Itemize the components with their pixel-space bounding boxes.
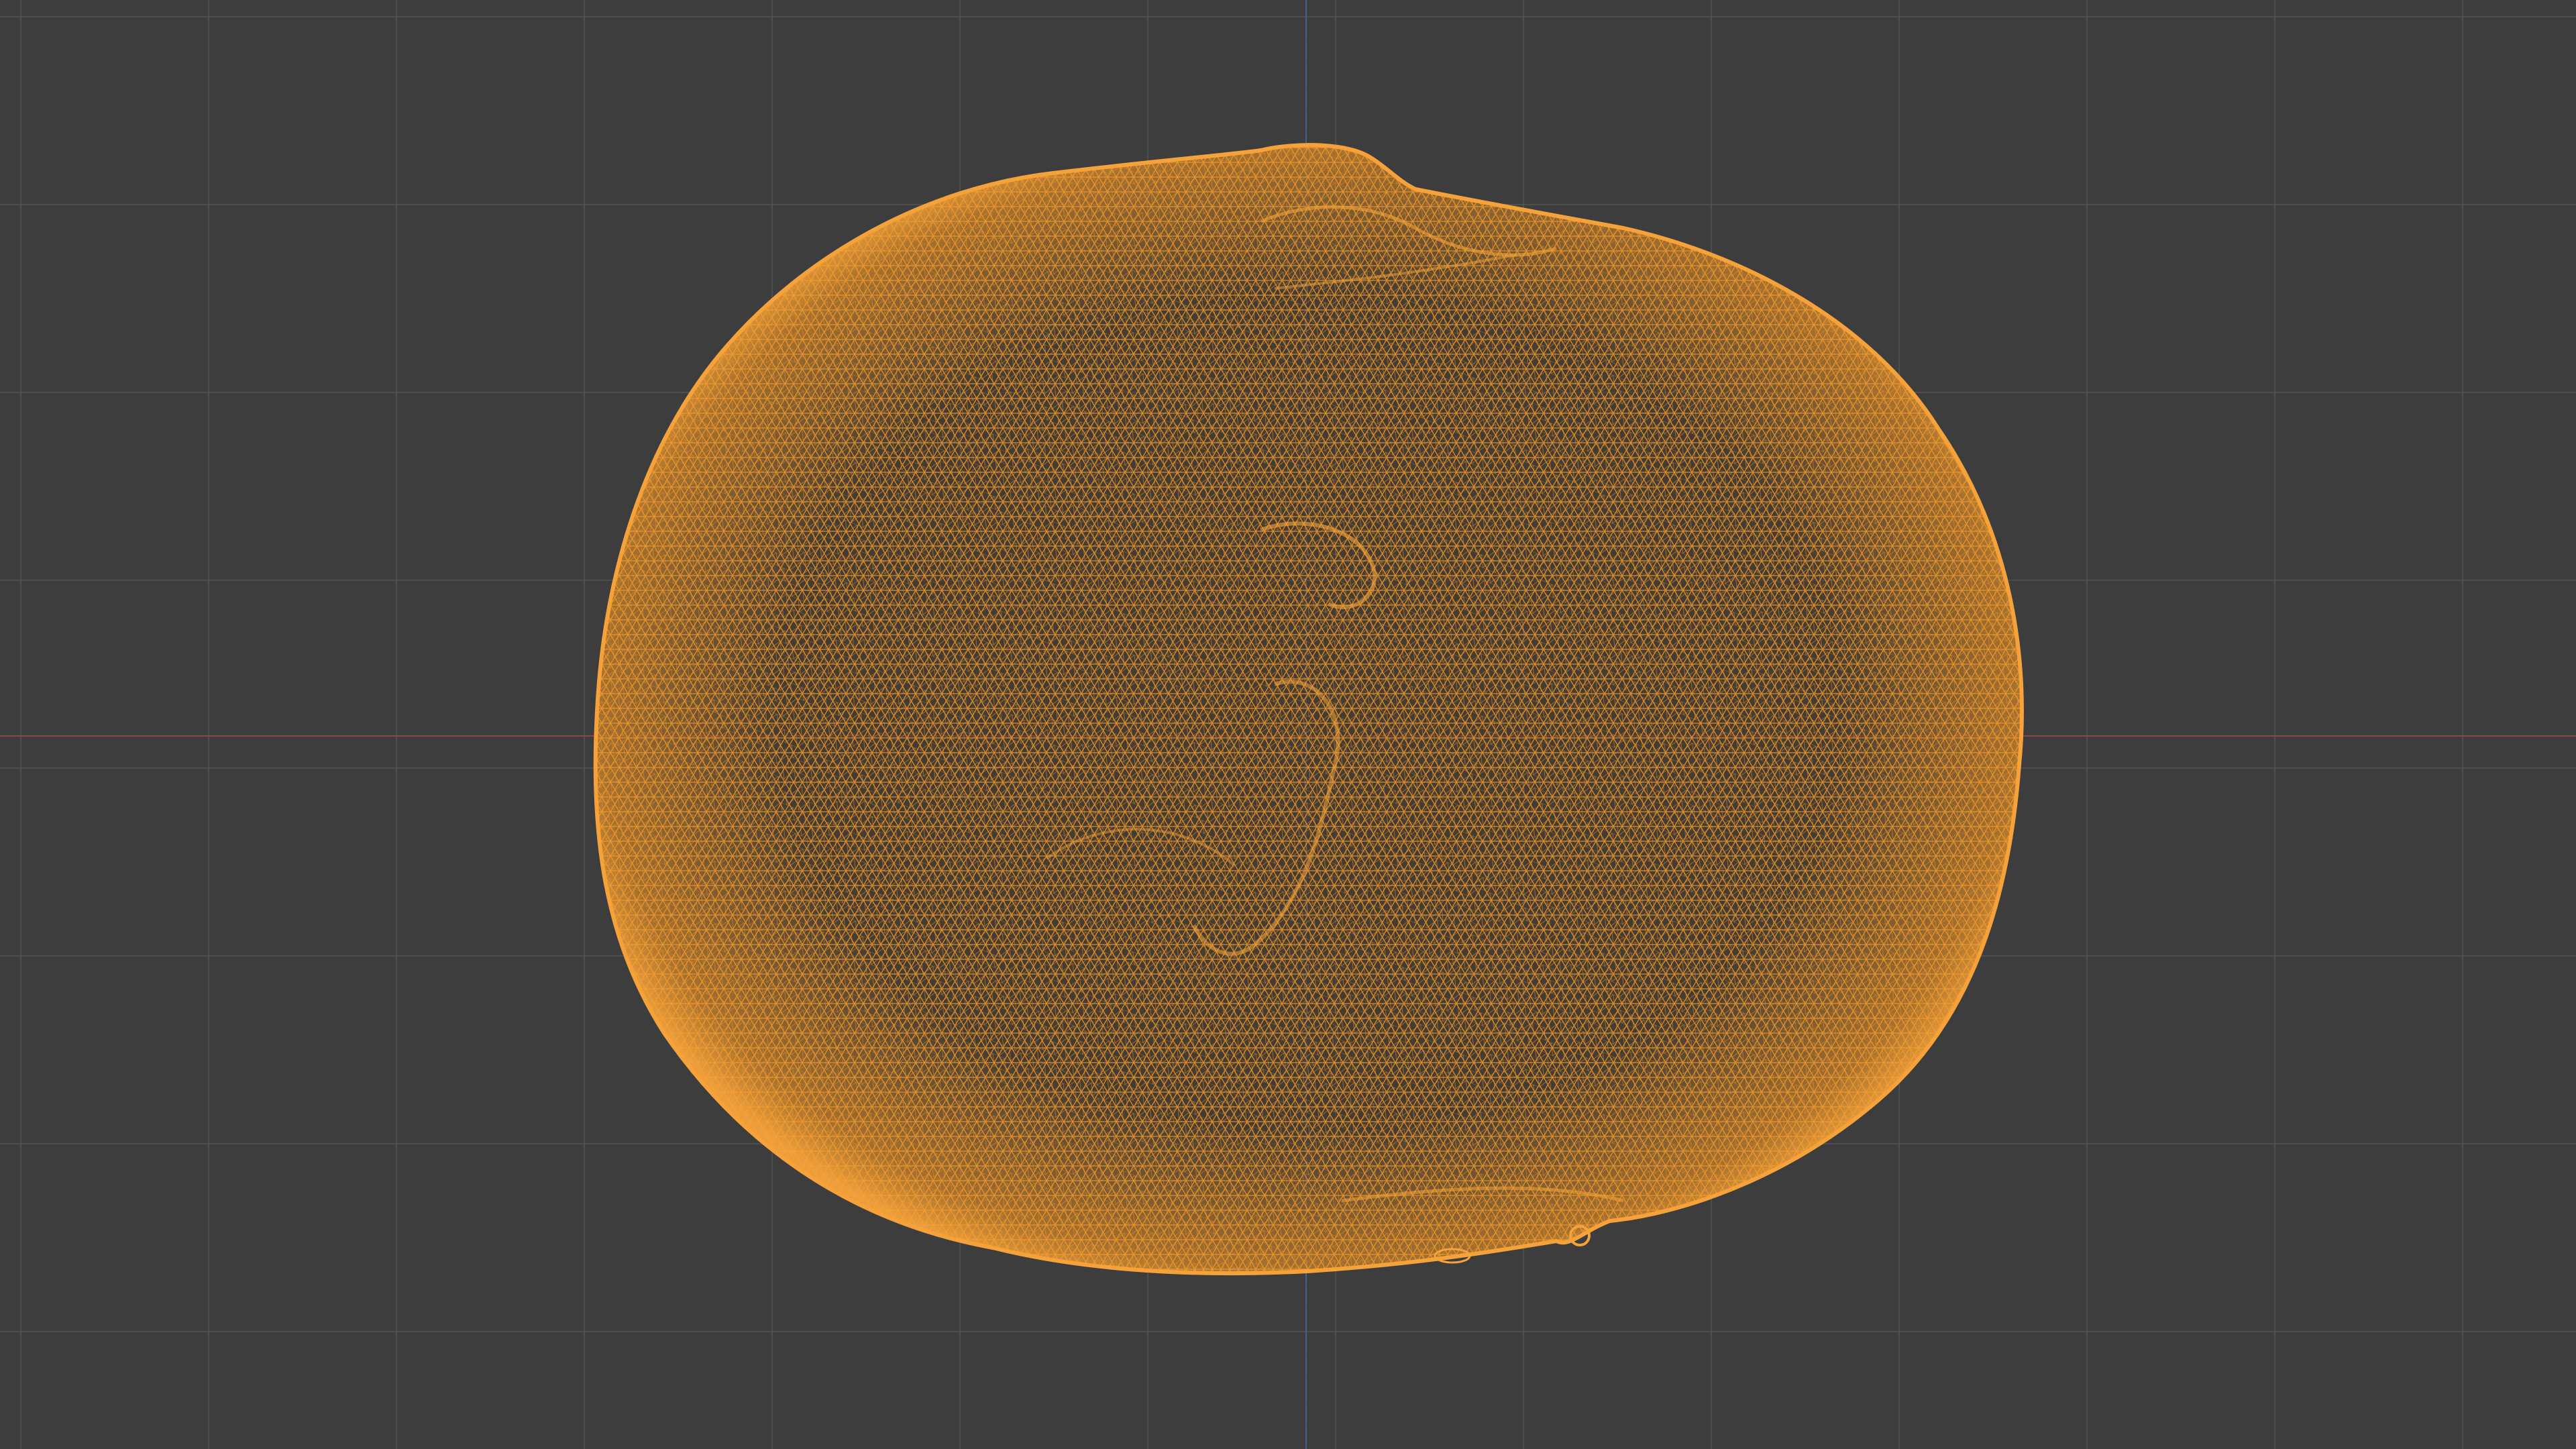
wireframe-mesh-object[interactable] — [0, 0, 2576, 1449]
3d-viewport[interactable] — [0, 0, 2576, 1449]
